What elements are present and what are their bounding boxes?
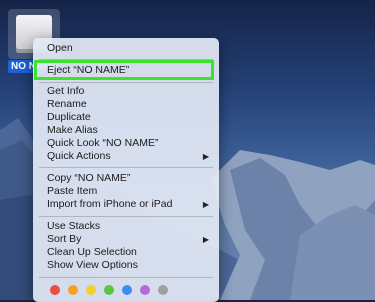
menu-item-label: Sort By <box>47 233 82 245</box>
menu-item-duplicate[interactable]: Duplicate <box>47 111 209 124</box>
menu-item-use-stacks[interactable]: Use Stacks <box>47 220 209 233</box>
menu-item-label: Import from iPhone or iPad <box>47 198 173 210</box>
tag-green-icon[interactable] <box>104 285 114 295</box>
tag-yellow-icon[interactable] <box>86 285 96 295</box>
tag-orange-icon[interactable] <box>68 285 78 295</box>
menu-item-paste-item[interactable]: Paste Item <box>47 185 209 198</box>
menu-item-copy[interactable]: Copy “NO NAME” <box>47 172 209 185</box>
menu-item-import-iphone[interactable]: Import from iPhone or iPad ▶ <box>47 198 209 211</box>
menu-separator <box>39 167 213 168</box>
menu-item-quick-look[interactable]: Quick Look “NO NAME” <box>47 137 209 150</box>
menu-item-open[interactable]: Open <box>47 42 209 55</box>
menu-item-show-view-options[interactable]: Show View Options <box>47 259 209 272</box>
menu-separator <box>39 216 213 217</box>
menu-item-get-info[interactable]: Get Info <box>47 85 209 98</box>
submenu-arrow-icon: ▶ <box>202 235 209 244</box>
menu-separator <box>39 277 213 278</box>
context-menu: Open Eject “NO NAME” Get Info Rename Dup… <box>33 38 219 302</box>
menu-item-make-alias[interactable]: Make Alias <box>47 124 209 137</box>
menu-item-quick-actions[interactable]: Quick Actions ▶ <box>47 150 209 163</box>
menu-item-clean-up[interactable]: Clean Up Selection <box>47 246 209 259</box>
menu-item-sort-by[interactable]: Sort By ▶ <box>47 233 209 246</box>
tag-blue-icon[interactable] <box>122 285 132 295</box>
highlight-box <box>34 60 214 80</box>
submenu-arrow-icon: ▶ <box>202 200 209 209</box>
menu-item-label: Quick Actions <box>47 150 111 162</box>
tag-red-icon[interactable] <box>50 285 60 295</box>
submenu-arrow-icon: ▶ <box>202 152 209 161</box>
menu-separator <box>39 82 213 83</box>
tag-purple-icon[interactable] <box>140 285 150 295</box>
tag-gray-icon[interactable] <box>158 285 168 295</box>
menu-item-rename[interactable]: Rename <box>47 98 209 111</box>
